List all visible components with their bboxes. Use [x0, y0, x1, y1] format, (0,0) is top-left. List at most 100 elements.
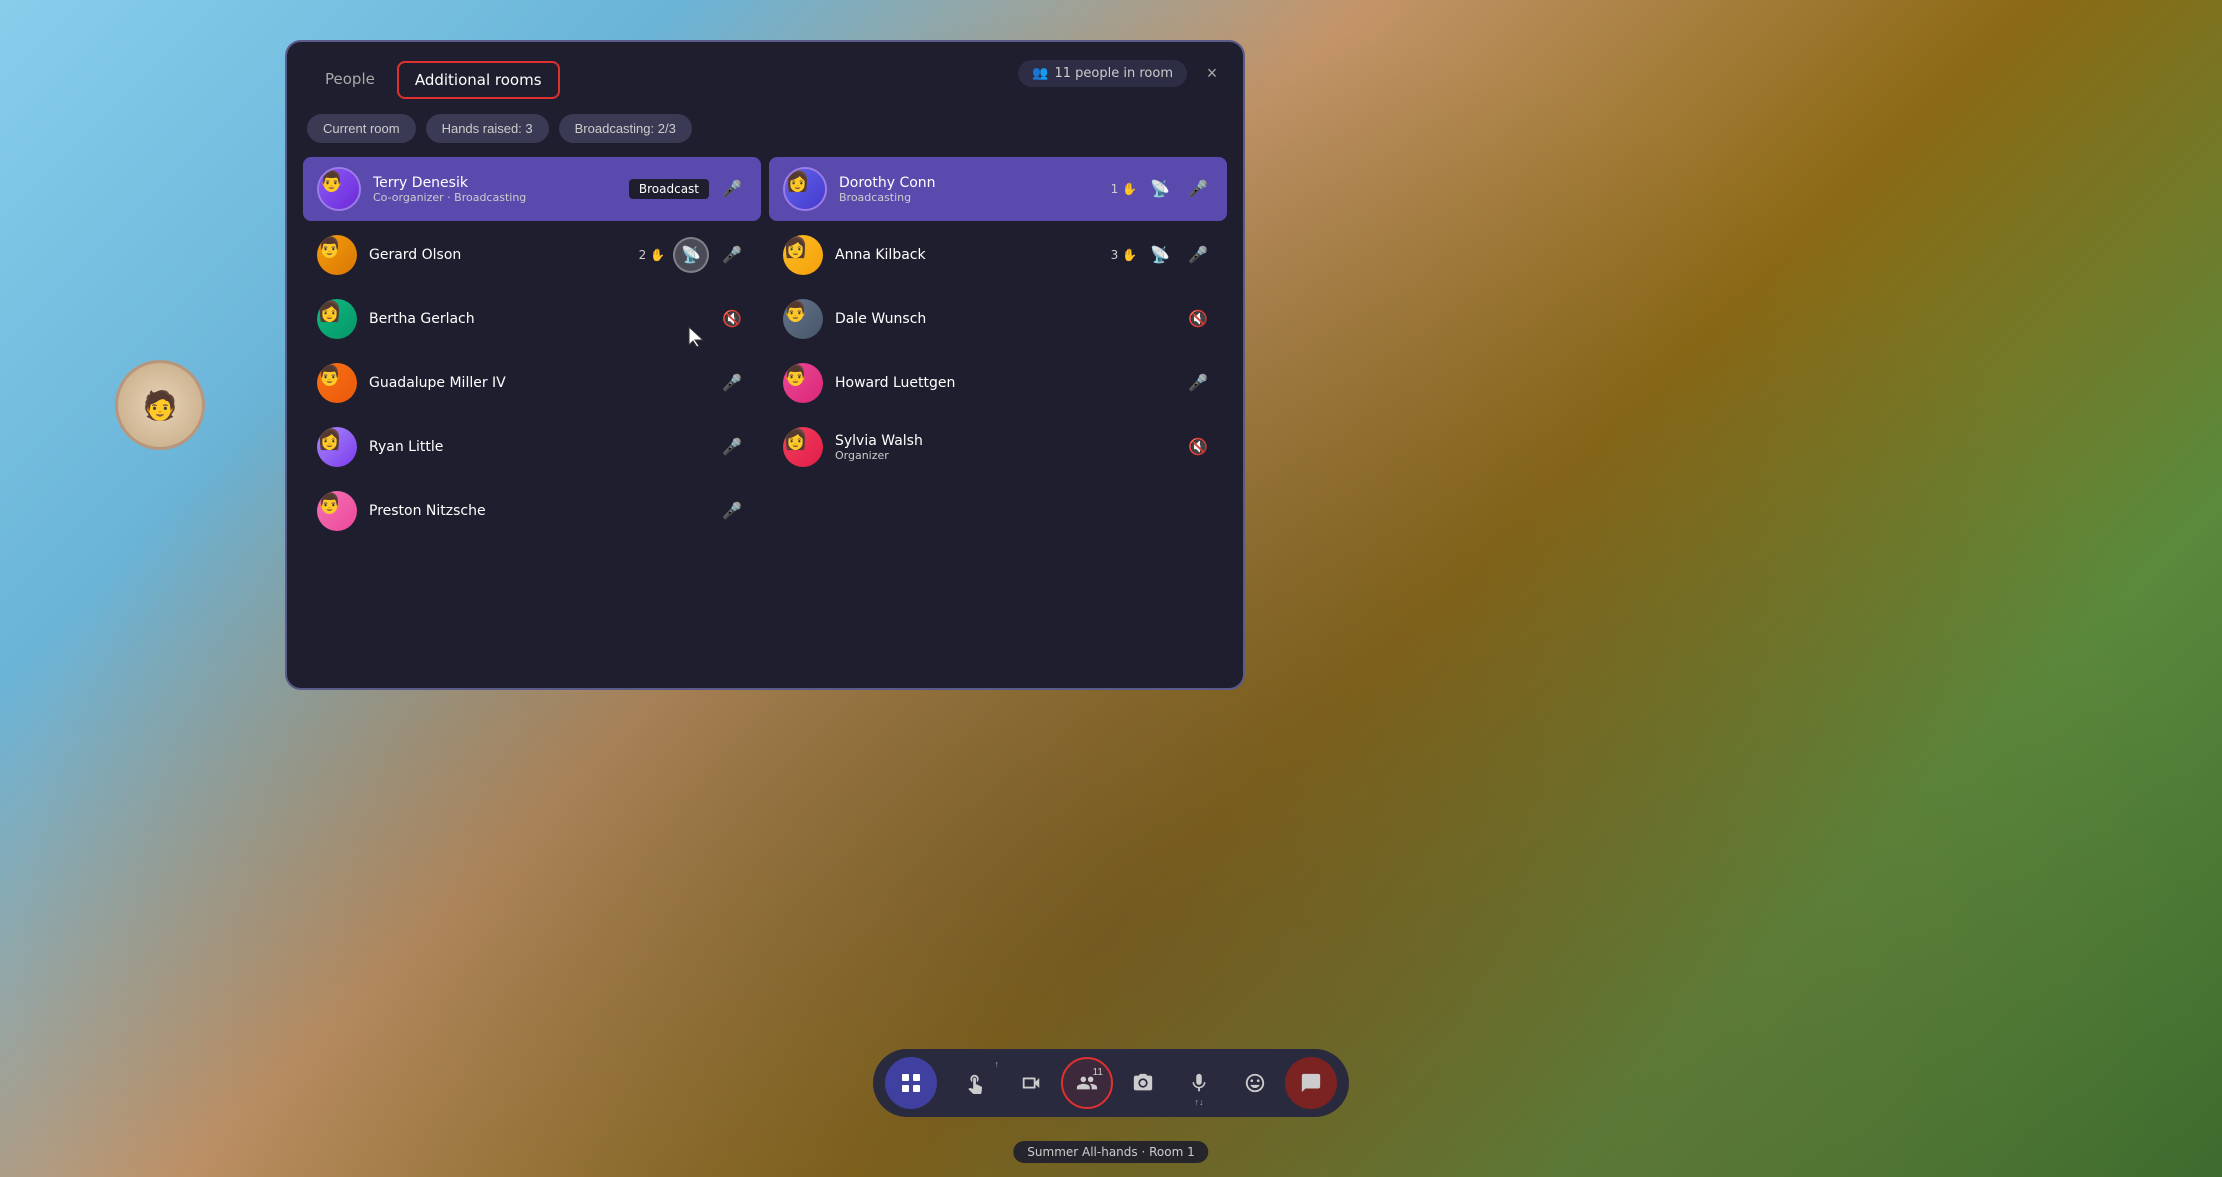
- person-row-howard[interactable]: 👨 Howard Luettgen 🎤: [769, 353, 1227, 413]
- left-column: 👨 Terry Denesik Co-organizer · Broadcast…: [303, 157, 765, 672]
- person-name-sylvia: Sylvia Walsh: [835, 433, 1171, 449]
- broadcast-icon-dorothy[interactable]: 📡: [1145, 174, 1175, 204]
- row-actions-anna: 3 ✋ 📡 🎤: [1111, 240, 1213, 270]
- mic-btn-ryan[interactable]: 🎤: [717, 432, 747, 462]
- emoji-button[interactable]: [1229, 1057, 1281, 1109]
- row-actions-sylvia: 🔇: [1183, 432, 1213, 462]
- floating-avatar-left: 🧑: [115, 360, 205, 450]
- person-row-anna[interactable]: 👩 Anna Kilback 3 ✋ 📡 🎤: [769, 225, 1227, 285]
- hand-badge-anna: 3 ✋: [1111, 248, 1137, 262]
- mic-btn-anna[interactable]: 🎤: [1183, 240, 1213, 270]
- avatar-anna: 👩: [783, 235, 823, 275]
- avatar-bertha: 👩: [317, 299, 357, 339]
- camera-button[interactable]: [1005, 1057, 1057, 1109]
- bottom-toolbar: ↑ 11 ↑↓: [873, 1049, 1349, 1117]
- mic-btn-gerard[interactable]: 🎤: [717, 240, 747, 270]
- person-info-terry: Terry Denesik Co-organizer · Broadcastin…: [373, 175, 617, 204]
- person-name-anna: Anna Kilback: [835, 247, 1099, 263]
- avatar-ring-dorothy: 👩: [783, 167, 827, 211]
- person-info-sylvia: Sylvia Walsh Organizer: [835, 433, 1171, 462]
- mic-button[interactable]: ↑↓: [1173, 1057, 1225, 1109]
- mic-btn-dorothy[interactable]: 🎤: [1183, 174, 1213, 204]
- person-row-ryan[interactable]: 👩 Ryan Little 🎤: [303, 417, 761, 477]
- avatar-dorothy: 👩: [785, 169, 825, 209]
- tab-additional-rooms[interactable]: Additional rooms: [397, 61, 560, 99]
- avatar-guadalupe: 👨: [317, 363, 357, 403]
- person-row-sylvia[interactable]: 👩 Sylvia Walsh Organizer 🔇: [769, 417, 1227, 477]
- content-grid: 👨 Terry Denesik Co-organizer · Broadcast…: [287, 157, 1243, 688]
- person-name-gerard: Gerard Olson: [369, 247, 627, 263]
- person-role-terry: Co-organizer · Broadcasting: [373, 191, 617, 204]
- avatar-dale: 👨: [783, 299, 823, 339]
- people-count-icon: 👥: [1032, 66, 1048, 81]
- avatar-preston: 👨: [317, 491, 357, 531]
- avatar-gerard: 👨: [317, 235, 357, 275]
- avatar-terry: 👨: [319, 169, 359, 209]
- person-row-dale[interactable]: 👨 Dale Wunsch 🔇: [769, 289, 1227, 349]
- row-actions-terry: Broadcast 🎤: [629, 174, 747, 204]
- header-right: 👥 11 people in room ×: [1018, 58, 1227, 88]
- screenshot-button[interactable]: [1117, 1057, 1169, 1109]
- person-name-howard: Howard Luettgen: [835, 375, 1171, 391]
- mic-btn-terry[interactable]: 🎤: [717, 174, 747, 204]
- avatar-sylvia: 👩: [783, 427, 823, 467]
- person-row-terry[interactable]: 👨 Terry Denesik Co-organizer · Broadcast…: [303, 157, 761, 221]
- person-info-guadalupe: Guadalupe Miller IV: [369, 375, 705, 391]
- person-name-dale: Dale Wunsch: [835, 311, 1171, 327]
- row-actions-guadalupe: 🎤: [717, 368, 747, 398]
- row-actions-dorothy: 1 ✋ 📡 🎤: [1111, 174, 1213, 204]
- person-info-dale: Dale Wunsch: [835, 311, 1171, 327]
- person-row-guadalupe[interactable]: 👨 Guadalupe Miller IV 🎤: [303, 353, 761, 413]
- person-row-bertha[interactable]: 👩 Bertha Gerlach 🔇: [303, 289, 761, 349]
- filter-bar: Current room Hands raised: 3 Broadcastin…: [287, 100, 1243, 157]
- row-actions-howard: 🎤: [1183, 368, 1213, 398]
- main-panel: People Additional rooms 👥 11 people in r…: [285, 40, 1245, 690]
- share-button[interactable]: [1285, 1057, 1337, 1109]
- row-actions-ryan: 🎤: [717, 432, 747, 462]
- avatar-ryan: 👩: [317, 427, 357, 467]
- people-count-badge: 👥 11 people in room: [1018, 60, 1187, 87]
- person-row-gerard[interactable]: 👨 Gerard Olson 2 ✋ 📡 🎤: [303, 225, 761, 285]
- people-count-text: 11 people in room: [1055, 66, 1174, 81]
- mic-muted-btn-dale[interactable]: 🔇: [1183, 304, 1213, 334]
- person-info-anna: Anna Kilback: [835, 247, 1099, 263]
- avatar-howard: 👨: [783, 363, 823, 403]
- mic-muted-btn-sylvia[interactable]: 🔇: [1183, 432, 1213, 462]
- room-label: Summer All-hands · Room 1: [1013, 1141, 1208, 1163]
- mic-btn-howard[interactable]: 🎤: [1183, 368, 1213, 398]
- person-row-dorothy[interactable]: 👩 Dorothy Conn Broadcasting 1 ✋ 📡 🎤: [769, 157, 1227, 221]
- filter-broadcasting[interactable]: Broadcasting: 2/3: [559, 114, 692, 143]
- person-name-terry: Terry Denesik: [373, 175, 617, 191]
- person-row-preston[interactable]: 👨 Preston Nitzsche 🎤: [303, 481, 761, 541]
- person-name-dorothy: Dorothy Conn: [839, 175, 1099, 191]
- raise-hand-button[interactable]: ↑: [949, 1057, 1001, 1109]
- filter-current-room[interactable]: Current room: [307, 114, 416, 143]
- broadcast-btn-gerard[interactable]: 📡: [673, 237, 709, 273]
- person-role-sylvia: Organizer: [835, 449, 1171, 462]
- people-button[interactable]: 11: [1061, 1057, 1113, 1109]
- row-actions-preston: 🎤: [717, 496, 747, 526]
- person-info-bertha: Bertha Gerlach: [369, 311, 705, 327]
- close-button[interactable]: ×: [1197, 58, 1227, 88]
- broadcast-icon-anna[interactable]: 📡: [1145, 240, 1175, 270]
- mic-btn-guadalupe[interactable]: 🎤: [717, 368, 747, 398]
- tab-people[interactable]: People: [307, 60, 393, 100]
- filter-hands-raised[interactable]: Hands raised: 3: [426, 114, 549, 143]
- people-count-badge-toolbar: 11: [1093, 1067, 1103, 1078]
- person-name-guadalupe: Guadalupe Miller IV: [369, 375, 705, 391]
- person-name-ryan: Ryan Little: [369, 439, 705, 455]
- person-info-preston: Preston Nitzsche: [369, 503, 705, 519]
- person-info-dorothy: Dorothy Conn Broadcasting: [839, 175, 1099, 204]
- panel-header: People Additional rooms 👥 11 people in r…: [287, 42, 1243, 100]
- row-actions-dale: 🔇: [1183, 304, 1213, 334]
- person-info-howard: Howard Luettgen: [835, 375, 1171, 391]
- hand-badge-gerard: 2 ✋: [639, 248, 665, 262]
- mic-muted-btn-bertha[interactable]: 🔇: [717, 304, 747, 334]
- person-role-dorothy: Broadcasting: [839, 191, 1099, 204]
- person-name-preston: Preston Nitzsche: [369, 503, 705, 519]
- apps-button[interactable]: [885, 1057, 937, 1109]
- row-actions-gerard: 2 ✋ 📡 🎤: [639, 237, 747, 273]
- broadcast-badge-terry: Broadcast: [629, 179, 709, 199]
- hand-badge-dorothy: 1 ✋: [1111, 182, 1137, 196]
- mic-btn-preston[interactable]: 🎤: [717, 496, 747, 526]
